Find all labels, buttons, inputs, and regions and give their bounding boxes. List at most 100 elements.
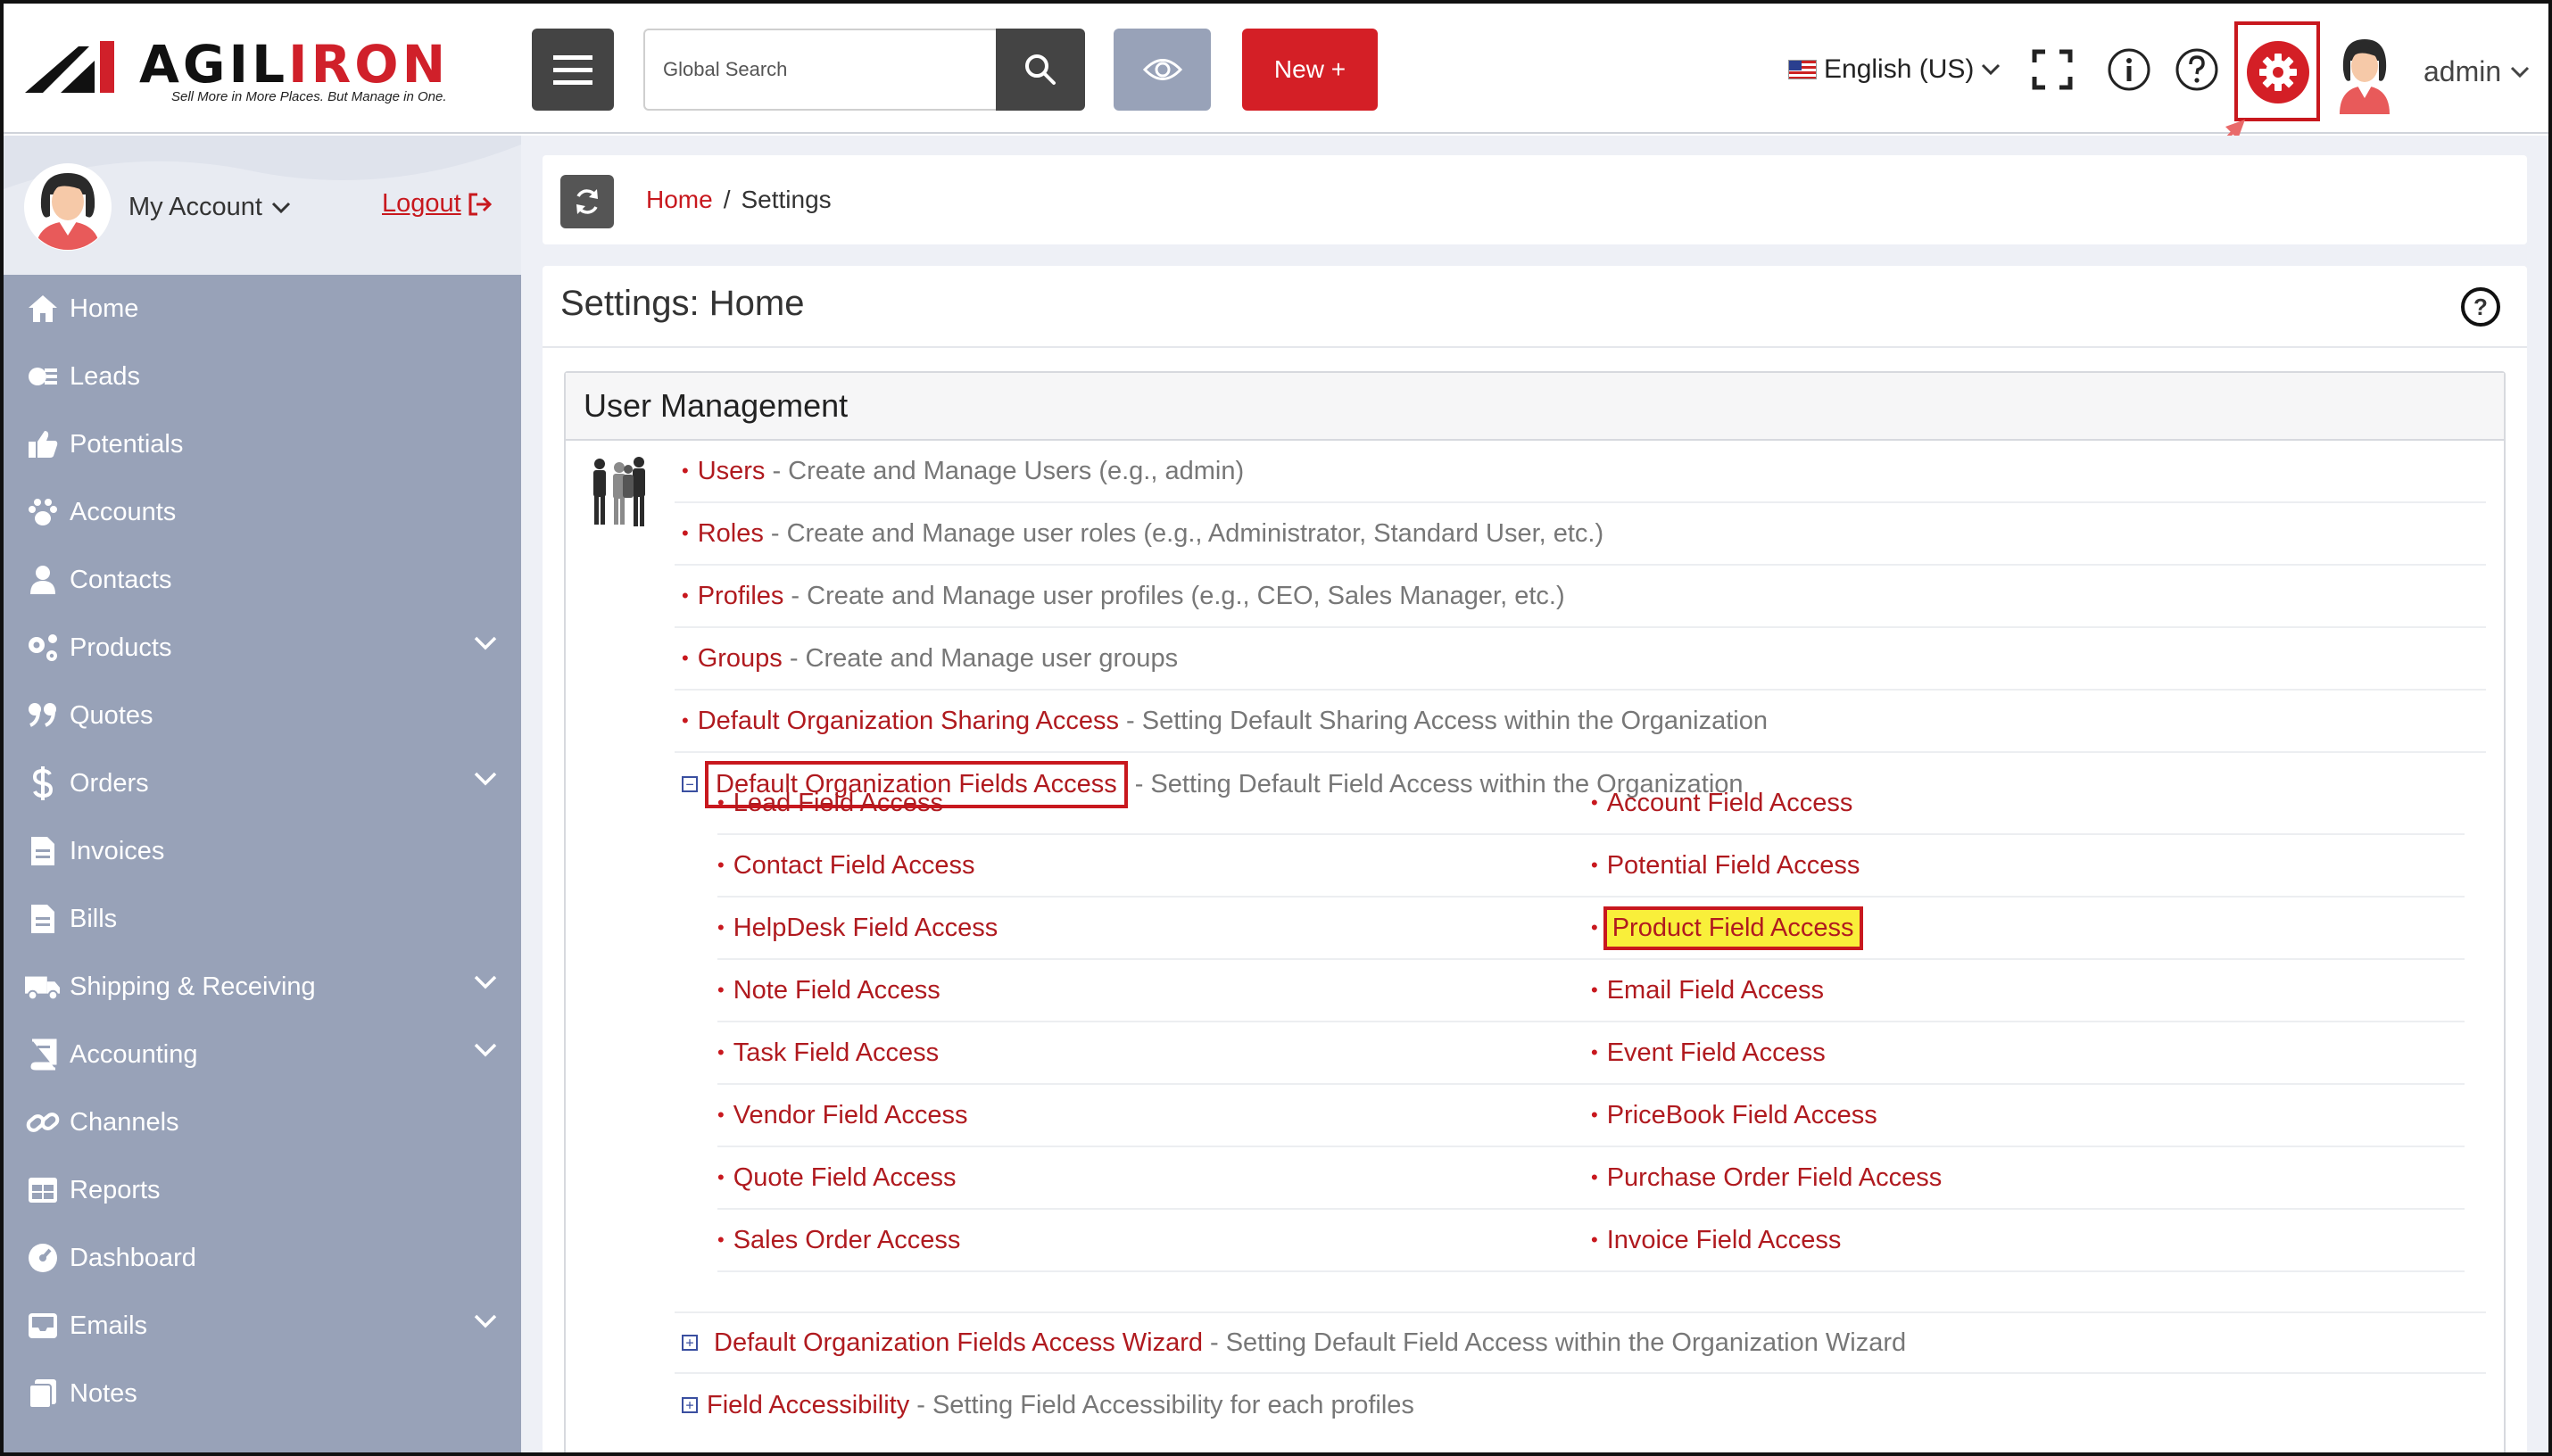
bullet-icon: •	[717, 1166, 725, 1188]
expand-icon[interactable]: +	[682, 1335, 698, 1351]
sidebar-item-label: Potentials	[70, 429, 184, 459]
bullet-icon: •	[682, 647, 689, 669]
account-panel: My Account Logout	[4, 136, 521, 275]
users-link[interactable]: Users	[698, 457, 766, 486]
sidebar-item-label: Leads	[70, 361, 141, 391]
sharing-access-link[interactable]: Default Organization Sharing Access	[698, 707, 1119, 736]
item-description: - Create and Manage user groups	[789, 643, 1179, 673]
my-account-label: My Account	[128, 193, 262, 221]
chevron-down-icon	[271, 202, 290, 213]
product-field-access-link[interactable]: Product Field Access	[1603, 906, 1863, 950]
fields-access-wizard-link[interactable]: Default Organization Fields Access Wizar…	[714, 1328, 1203, 1358]
chevron-down-icon	[1982, 63, 2001, 76]
list-item: • Default Organization Sharing Access - …	[675, 691, 2486, 753]
note-field-access-link[interactable]: Note Field Access	[733, 976, 940, 1005]
menu-toggle-button[interactable]	[532, 29, 614, 111]
new-button[interactable]: New +	[1242, 29, 1378, 111]
lead-field-access-link[interactable]: Lead Field Access	[733, 789, 943, 818]
chevron-down-icon	[474, 772, 497, 786]
breadcrumb-separator: /	[723, 186, 731, 213]
refresh-button[interactable]	[560, 175, 614, 228]
bullet-icon: •	[1591, 854, 1598, 876]
quote-field-access-link[interactable]: Quote Field Access	[733, 1163, 957, 1193]
chevron-down-icon	[474, 975, 497, 989]
settings-button[interactable]	[2247, 41, 2309, 103]
bullet-icon: •	[717, 1228, 725, 1251]
potential-field-access-link[interactable]: Potential Field Access	[1607, 851, 1860, 881]
quote-icon	[25, 698, 61, 733]
fullscreen-button[interactable]	[2029, 46, 2076, 93]
table-row: • HelpDesk Field Access • Product Field Ac…	[717, 898, 2465, 960]
event-field-access-link[interactable]: Event Field Access	[1607, 1038, 1826, 1068]
my-account-menu[interactable]: My Account	[128, 193, 291, 222]
sidebar-item-label: Contacts	[70, 565, 172, 594]
sidebar-item-invoices[interactable]: Invoices	[4, 817, 521, 885]
info-button[interactable]	[2106, 46, 2152, 93]
sidebar-item-accounts[interactable]: Accounts	[4, 478, 521, 546]
groups-link[interactable]: Groups	[698, 644, 783, 674]
sidebar-item-quotes[interactable]: Quotes	[4, 682, 521, 749]
sidebar-item-dashboard[interactable]: Dashboard	[4, 1224, 521, 1292]
sidebar-item-shipping-receiving[interactable]: Shipping & Receiving	[4, 953, 521, 1021]
table-row: • Task Field Access • Event Field Access	[717, 1022, 2465, 1085]
user-management-panel: User Management • Users - Create and Man…	[564, 371, 2506, 1456]
sidebar-item-home[interactable]: Home	[4, 275, 521, 343]
question-icon	[2175, 48, 2218, 91]
profiles-link[interactable]: Profiles	[698, 582, 784, 611]
task-field-access-link[interactable]: Task Field Access	[733, 1038, 939, 1068]
pricebook-field-access-link[interactable]: PriceBook Field Access	[1607, 1101, 1877, 1130]
sidebar-item-emails[interactable]: Emails	[4, 1292, 521, 1360]
divider	[543, 346, 2527, 348]
account-field-access-link[interactable]: Account Field Access	[1607, 789, 1853, 818]
helpdesk-field-access-link[interactable]: HelpDesk Field Access	[733, 914, 998, 943]
sidebar-item-contacts[interactable]: Contacts	[4, 546, 521, 614]
sidebar-item-orders[interactable]: Orders	[4, 749, 521, 817]
global-search-input[interactable]: Global Search	[643, 29, 997, 111]
page-help-button[interactable]: ?	[2461, 287, 2500, 327]
language-selector[interactable]: English (US)	[1788, 52, 2001, 87]
expand-icon[interactable]: +	[682, 1397, 698, 1413]
agiliron-logo[interactable]: AGILIRON Sell More in More Places. But M…	[25, 34, 489, 109]
sidebar-item-label: Accounting	[70, 1039, 198, 1069]
email-field-access-link[interactable]: Email Field Access	[1607, 976, 1824, 1005]
contact-field-access-link[interactable]: Contact Field Access	[733, 851, 975, 881]
field-accessibility-link[interactable]: Field Accessibility	[707, 1391, 909, 1420]
user-menu[interactable]: admin	[2424, 55, 2530, 88]
help-button[interactable]	[2174, 46, 2220, 93]
invoice-icon	[25, 833, 61, 869]
logo-mark-icon	[25, 41, 114, 93]
sidebar-item-leads[interactable]: Leads	[4, 343, 521, 410]
dollar-icon	[25, 765, 61, 801]
sales-order-access-link[interactable]: Sales Order Access	[733, 1226, 961, 1255]
chevron-down-icon	[474, 1314, 497, 1328]
top-bar: AGILIRON Sell More in More Places. But M…	[0, 0, 2552, 134]
chevron-down-icon	[474, 636, 497, 650]
bullet-icon: •	[682, 522, 689, 544]
sidebar-item-potentials[interactable]: Potentials	[4, 410, 521, 478]
preview-button[interactable]	[1114, 29, 1211, 111]
sidebar-item-notes[interactable]: Notes	[4, 1360, 521, 1427]
sidebar-item-reports[interactable]: Reports	[4, 1156, 521, 1224]
bullet-icon: •	[717, 791, 725, 814]
invoice-field-access-link[interactable]: Invoice Field Access	[1607, 1226, 1842, 1255]
collapse-icon[interactable]: −	[682, 776, 698, 792]
sidebar-item-channels[interactable]: Channels	[4, 1088, 521, 1156]
bullet-icon: •	[1591, 1228, 1598, 1251]
sidebar-item-bills[interactable]: Bills	[4, 885, 521, 953]
roles-link[interactable]: Roles	[698, 519, 764, 549]
sidebar-item-products[interactable]: Products	[4, 614, 521, 682]
logout-icon	[468, 193, 492, 215]
bullet-icon: •	[717, 916, 725, 939]
user-avatar-icon[interactable]	[2331, 34, 2399, 114]
table-row: • Quote Field Access • Purchase Order Fiel…	[717, 1147, 2465, 1210]
logout-link[interactable]: Logout	[382, 189, 493, 219]
breadcrumb-home-link[interactable]: Home	[646, 186, 713, 214]
purchase-order-field-access-link[interactable]: Purchase Order Field Access	[1607, 1163, 1943, 1193]
users-group-icon	[593, 457, 645, 526]
settings-card: Settings: Home ? User Management • Users…	[543, 266, 2527, 1456]
sidebar-item-label: Shipping & Receiving	[70, 972, 316, 1001]
sidebar-item-label: Orders	[70, 768, 149, 798]
sidebar-item-accounting[interactable]: Accounting	[4, 1021, 521, 1088]
search-button[interactable]	[996, 29, 1085, 111]
vendor-field-access-link[interactable]: Vendor Field Access	[733, 1101, 968, 1130]
